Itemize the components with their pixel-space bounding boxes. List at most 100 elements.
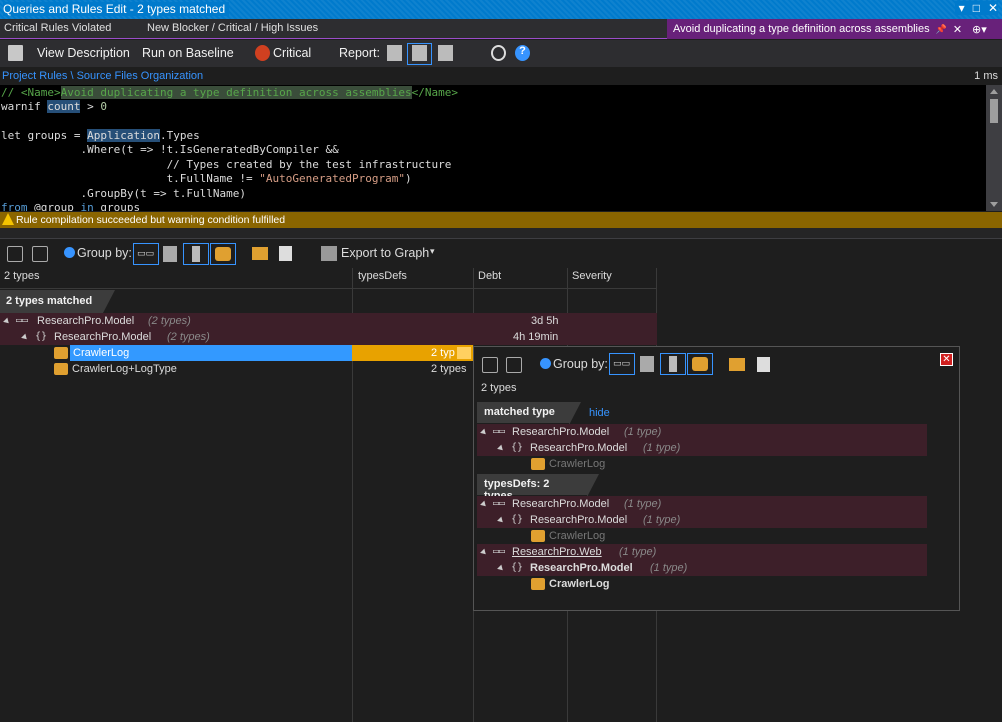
critical-button[interactable]: Critical <box>273 46 311 60</box>
panel-splitter[interactable] <box>0 228 1002 239</box>
row-count: (1 type) <box>619 546 657 558</box>
class-icon <box>531 458 545 470</box>
popup-row[interactable]: ▭▭ ResearchPro.Web (1 type) <box>477 544 927 560</box>
hide-link[interactable]: hide <box>589 407 610 419</box>
expand-icon[interactable] <box>497 516 505 524</box>
chevron-down-icon[interactable]: ▾ <box>430 246 435 257</box>
popup-row[interactable]: CrawlerLog <box>477 456 927 472</box>
table-row-selected[interactable]: CrawlerLog 2 typ <box>0 345 473 361</box>
row-count: (1 type) <box>624 498 662 510</box>
popup-row[interactable]: ▭▭ ResearchPro.Model (1 type) <box>477 424 927 440</box>
column-header-severity[interactable]: Severity <box>572 270 612 282</box>
type-icon <box>669 356 677 372</box>
expand-icon[interactable] <box>480 428 488 436</box>
assembly-icon: ▭▭ <box>493 546 506 557</box>
report-icon-1[interactable] <box>387 45 402 61</box>
row-name: ResearchPro.Model <box>530 562 633 574</box>
row-name: ResearchPro.Model <box>530 442 628 454</box>
scroll-thumb[interactable] <box>990 99 998 123</box>
popup-row[interactable]: {} ResearchPro.Model (1 type) <box>477 560 927 576</box>
popup-row[interactable]: {} ResearchPro.Model (1 type) <box>477 512 927 528</box>
popup-row[interactable]: {} ResearchPro.Model (1 type) <box>477 440 927 456</box>
class-icon <box>531 578 545 590</box>
file-icon[interactable] <box>757 357 770 372</box>
pin-icon[interactable]: 📌 <box>936 24 947 35</box>
code-line-4: let groups = Application.Types <box>1 129 200 142</box>
window-title-bar: Queries and Rules Edit - 2 types matched… <box>0 0 1002 19</box>
popup-arrow-icon[interactable] <box>457 347 471 359</box>
folder-icon[interactable] <box>729 358 745 371</box>
new-tab-icon[interactable]: ⊕▾ <box>972 23 987 36</box>
window-menu-button[interactable]: ▾ <box>959 1 965 15</box>
column-header-typesdefs[interactable]: typesDefs <box>358 270 407 282</box>
collapse-all-icon[interactable] <box>32 246 48 262</box>
help-icon[interactable]: ? <box>515 45 530 61</box>
close-button[interactable]: ✕ <box>988 1 998 15</box>
section-label: matched type <box>484 406 555 418</box>
popup-row[interactable]: ▭▭ ResearchPro.Model (1 type) <box>477 496 927 512</box>
code-line-6: // Types created by the test infrastruct… <box>1 158 452 171</box>
expand-icon[interactable] <box>480 548 488 556</box>
row-count: (1 type) <box>643 514 681 526</box>
expand-icon[interactable] <box>3 315 14 327</box>
expand-icon[interactable] <box>480 500 488 508</box>
settings-icon[interactable] <box>491 45 506 61</box>
namespace-icon[interactable] <box>640 356 654 372</box>
column-header-debt[interactable]: Debt <box>478 270 501 282</box>
execution-time: 1 ms <box>974 70 998 82</box>
folder-icon[interactable] <box>252 247 268 260</box>
view-description-button[interactable]: View Description <box>37 46 130 60</box>
report-label: Report: <box>339 46 380 60</box>
row-name: CrawlerLog+LogType <box>72 363 177 375</box>
scroll-up-icon[interactable] <box>990 89 998 94</box>
save-icon[interactable] <box>8 45 23 61</box>
maximize-button[interactable]: □ <box>973 1 980 15</box>
popup-row[interactable]: CrawlerLog <box>477 576 927 592</box>
window-title: Queries and Rules Edit - 2 types matched <box>3 2 230 16</box>
report-icon-2[interactable] <box>412 45 427 61</box>
popup-row[interactable]: CrawlerLog <box>477 528 927 544</box>
column-header-types[interactable]: 2 types <box>4 270 39 282</box>
breadcrumb-path[interactable]: Project Rules \ Source Files Organizatio… <box>2 70 203 82</box>
row-count: (1 type) <box>650 562 688 574</box>
row-count: (1 type) <box>643 442 681 454</box>
group-tab[interactable]: 2 types matched <box>0 290 115 313</box>
editor-scrollbar[interactable] <box>986 85 1002 211</box>
expand-icon[interactable] <box>497 564 505 572</box>
expand-all-icon[interactable] <box>482 357 498 373</box>
type-icon <box>192 246 200 262</box>
warning-bar: Rule compilation succeeded but warning c… <box>0 212 1002 228</box>
file-icon[interactable] <box>279 246 292 261</box>
expand-icon[interactable] <box>21 331 32 343</box>
class-icon <box>54 347 68 359</box>
graph-icon[interactable] <box>321 246 337 261</box>
collapse-all-icon[interactable] <box>506 357 522 373</box>
table-row[interactable]: ▭▭ ResearchPro.Model (2 types) 3d 5h <box>0 313 657 329</box>
scroll-down-icon[interactable] <box>990 202 998 207</box>
export-to-graph-button[interactable]: Export to Graph <box>341 246 429 260</box>
table-row[interactable]: {} ResearchPro.Model (2 types) 4h 19min <box>0 329 657 345</box>
code-line-5: .Where(t => !t.IsGeneratedByCompiler && <box>1 143 339 156</box>
expand-icon[interactable] <box>497 444 505 452</box>
row-name-link[interactable]: ResearchPro.Web <box>512 546 602 558</box>
close-popup-icon[interactable]: ✕ <box>940 353 953 366</box>
run-on-baseline-button[interactable]: Run on Baseline <box>142 46 234 60</box>
row-typesdefs: 2 types <box>431 363 467 375</box>
critical-icon <box>255 45 270 61</box>
expand-all-icon[interactable] <box>7 246 23 262</box>
tab-critical-rules-violated[interactable]: Critical Rules Violated <box>4 22 111 34</box>
namespace-icon[interactable] <box>163 246 177 262</box>
row-name: ResearchPro.Model <box>512 498 610 510</box>
query-editor[interactable]: // <Name>Avoid duplicating a type defini… <box>0 85 986 211</box>
close-tab-icon[interactable]: ✕ <box>953 23 962 36</box>
table-row[interactable]: CrawlerLog+LogType 2 types <box>0 361 473 377</box>
class-icon <box>215 247 231 261</box>
report-icon-3[interactable] <box>438 45 453 61</box>
tab-active-rule[interactable]: Avoid duplicating a type definition acro… <box>667 19 1002 39</box>
active-tab-label: Avoid duplicating a type definition acro… <box>673 23 930 35</box>
assembly-icon: ▭▭ <box>613 358 631 368</box>
tab-new-blocker-issues[interactable]: New Blocker / Critical / High Issues <box>147 22 318 34</box>
row-name: ResearchPro.Model <box>530 514 628 526</box>
assembly-icon: ▭▭ <box>493 498 506 509</box>
code-line-2: warnif count > 0 <box>1 100 107 113</box>
